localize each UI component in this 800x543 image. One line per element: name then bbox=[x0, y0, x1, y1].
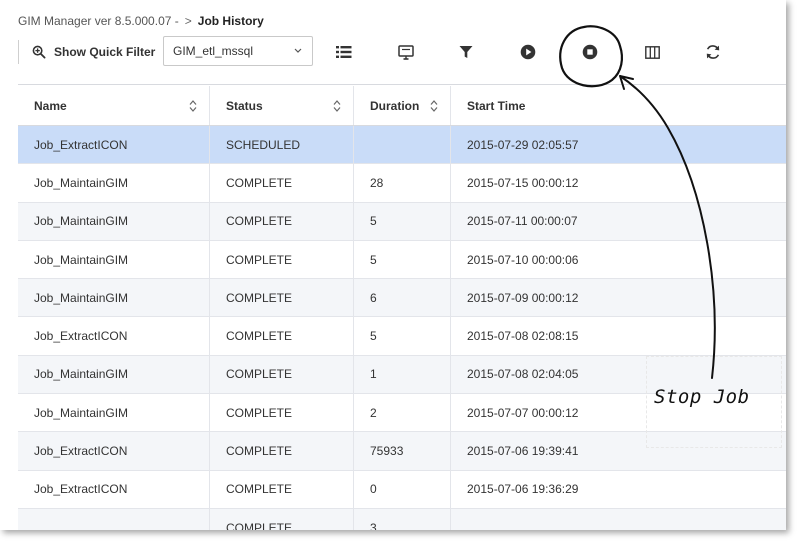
cell-status: COMPLETE bbox=[210, 202, 354, 240]
table-header: Name Status Duration Start Time bbox=[18, 86, 786, 126]
breadcrumb: GIM Manager ver 8.5.000.07 - > Job History bbox=[18, 14, 264, 28]
cell-name: Job_ExtractICON bbox=[18, 126, 210, 164]
job-history-table: Name Status Duration Start Time Job_Extr… bbox=[18, 86, 786, 530]
cell-status: COMPLETE bbox=[210, 508, 354, 530]
cell-status: COMPLETE bbox=[210, 164, 354, 202]
cell-name: Job_MaintainGIM bbox=[18, 202, 210, 240]
cell-status: COMPLETE bbox=[210, 394, 354, 432]
cell-status: COMPLETE bbox=[210, 317, 354, 355]
cell-status: COMPLETE bbox=[210, 279, 354, 317]
cell-name: Job_MaintainGIM bbox=[18, 164, 210, 202]
cell-start-time: 2015-07-09 00:00:12 bbox=[467, 290, 579, 305]
cell-status: SCHEDULED bbox=[210, 126, 354, 164]
table-row[interactable]: Job_ExtractICON SCHEDULED 2015-07-29 02:… bbox=[18, 126, 786, 165]
filter-icon bbox=[459, 46, 473, 58]
breadcrumb-current: Job History bbox=[197, 14, 264, 28]
show-quick-filter-button[interactable]: Show Quick Filter bbox=[32, 42, 155, 62]
cell-duration: 1 bbox=[354, 355, 451, 394]
cell-duration bbox=[354, 126, 451, 164]
database-select-value: GIM_etl_mssql bbox=[173, 44, 254, 58]
table-row[interactable]: Job_MaintainGIM COMPLETE 6 2015-07-09 00… bbox=[18, 279, 786, 318]
cell-duration: 0 bbox=[354, 470, 451, 508]
cell-name: Job_ExtractICON bbox=[18, 470, 210, 508]
cell-name: Job_MaintainGIM bbox=[18, 279, 210, 317]
breadcrumb-app[interactable]: GIM Manager ver 8.5.000.07 - bbox=[18, 14, 179, 28]
play-icon bbox=[520, 44, 536, 60]
cell-name: Job_MaintainGIM bbox=[18, 355, 210, 394]
run-job-button[interactable] bbox=[518, 42, 538, 62]
cell-start-time: 2015-07-11 00:00:07 bbox=[467, 214, 578, 229]
column-header-label: Status bbox=[226, 98, 263, 113]
cell-start-time: 2015-07-15 00:00:12 bbox=[467, 175, 579, 190]
database-select[interactable]: GIM_etl_mssql bbox=[163, 36, 313, 66]
toolbar-divider bbox=[18, 40, 19, 64]
cell-status: COMPLETE bbox=[210, 432, 354, 470]
cell-name bbox=[18, 508, 210, 530]
cell-duration: 5 bbox=[354, 240, 451, 279]
cell-name: Job_MaintainGIM bbox=[18, 240, 210, 279]
cell-name: Job_MaintainGIM bbox=[18, 394, 210, 432]
table-row[interactable]: Job_MaintainGIM COMPLETE 5 2015-07-10 00… bbox=[18, 240, 786, 280]
cell-start-time bbox=[451, 509, 786, 530]
quick-filter-label: Show Quick Filter bbox=[54, 45, 156, 59]
cell-name: Job_ExtractICON bbox=[18, 317, 210, 355]
columns-button[interactable] bbox=[642, 42, 662, 62]
cell-start-time: 2015-07-10 00:00:06 bbox=[467, 252, 579, 267]
breadcrumb-separator: > bbox=[184, 14, 192, 28]
column-header-label: Start Time bbox=[467, 98, 526, 113]
cell-status: COMPLETE bbox=[210, 240, 354, 279]
app-window: GIM Manager ver 8.5.000.07 - > Job History… bbox=[0, 0, 786, 530]
table-row[interactable]: Job_MaintainGIM COMPLETE 5 2015-07-11 00… bbox=[18, 202, 786, 241]
column-header-duration[interactable]: Duration bbox=[354, 86, 451, 125]
cell-name: Job_ExtractICON bbox=[18, 432, 210, 470]
cell-duration: 5 bbox=[354, 317, 451, 355]
column-header-start-time[interactable]: Start Time bbox=[451, 86, 786, 125]
refresh-button[interactable] bbox=[703, 42, 723, 62]
table-row[interactable]: Job_MaintainGIM COMPLETE 28 2015-07-15 0… bbox=[18, 164, 786, 203]
column-header-label: Name bbox=[34, 98, 67, 113]
table-row[interactable]: COMPLETE 3 bbox=[18, 508, 786, 530]
callout-label: Stop Job bbox=[654, 386, 750, 408]
sort-icon[interactable] bbox=[189, 100, 197, 112]
column-header-status[interactable]: Status bbox=[210, 86, 354, 125]
cell-duration: 3 bbox=[354, 508, 451, 530]
cell-duration: 6 bbox=[354, 279, 451, 317]
cell-start-time: 2015-07-06 19:36:29 bbox=[467, 482, 579, 497]
sort-icon[interactable] bbox=[333, 100, 341, 112]
monitor-icon bbox=[398, 44, 414, 60]
refresh-icon bbox=[706, 45, 720, 59]
cell-duration: 28 bbox=[354, 164, 451, 202]
zoom-in-icon bbox=[32, 45, 46, 59]
cell-status: COMPLETE bbox=[210, 470, 354, 508]
cell-start-time: 2015-07-29 02:05:57 bbox=[467, 137, 579, 152]
table-row[interactable]: Job_ExtractICON COMPLETE 0 2015-07-06 19… bbox=[18, 470, 786, 509]
cell-duration: 5 bbox=[354, 202, 451, 240]
list-view-icon bbox=[336, 46, 352, 58]
monitor-button[interactable] bbox=[396, 42, 416, 62]
cell-status: COMPLETE bbox=[210, 355, 354, 394]
chevron-down-icon bbox=[294, 48, 302, 53]
toolbar: Show Quick Filter GIM_etl_mssql bbox=[18, 36, 778, 68]
cell-start-time: 2015-07-08 02:08:15 bbox=[467, 329, 579, 344]
list-view-button[interactable] bbox=[334, 42, 354, 62]
cell-duration: 2 bbox=[354, 394, 451, 432]
stop-icon bbox=[582, 44, 598, 60]
column-header-name[interactable]: Name bbox=[18, 86, 210, 125]
column-header-label: Duration bbox=[370, 98, 420, 113]
toolbar-bottom-border bbox=[18, 84, 786, 85]
table-row[interactable]: Job_ExtractICON COMPLETE 5 2015-07-08 02… bbox=[18, 317, 786, 356]
filter-button[interactable] bbox=[456, 42, 476, 62]
columns-icon bbox=[644, 45, 660, 59]
sort-icon[interactable] bbox=[430, 100, 438, 112]
cell-duration: 75933 bbox=[354, 432, 451, 470]
stop-job-button[interactable] bbox=[580, 42, 600, 62]
